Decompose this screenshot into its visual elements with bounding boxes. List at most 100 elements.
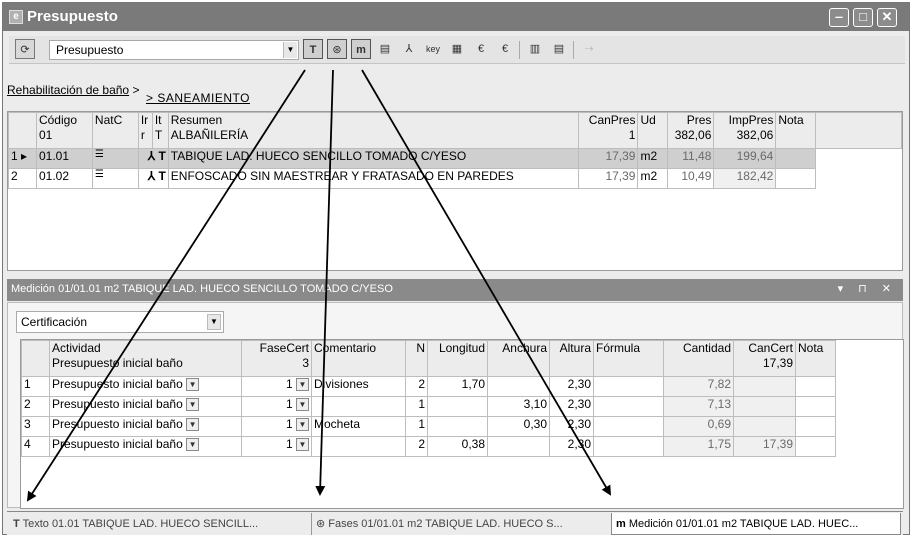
measurement-icon[interactable]: m [351, 39, 371, 59]
text-icon[interactable]: T [303, 39, 323, 59]
breadcrumb-link-root[interactable]: Rehabilitación de baño [7, 83, 129, 97]
cell-imppres[interactable]: 182,42 [713, 168, 777, 189]
cell-n[interactable]: 2 [405, 436, 428, 457]
chevron-down-icon[interactable]: ▼ [186, 438, 200, 452]
cell-resumen[interactable]: TABIQUE LAD. HUECO SENCILLO TOMADO C/YES… [167, 148, 579, 169]
tree-icon[interactable]: ⅄ [399, 39, 419, 59]
cell-altura[interactable]: 2,30 [549, 396, 594, 417]
cell-anchura[interactable]: 0,30 [487, 416, 550, 437]
cell-n[interactable]: 1 [405, 416, 428, 437]
table-row[interactable]: 1 Presupuesto inicial baño ▼ 1 ▼ Divisio… [21, 376, 836, 397]
col-cancert[interactable]: CanCert 17,39 [733, 340, 796, 377]
grid-icon[interactable]: ▦ [447, 39, 467, 59]
col-codigo[interactable]: Código 01 [35, 112, 93, 149]
chevron-down-icon[interactable]: ▼ [207, 314, 221, 330]
table-row[interactable]: 2 01.02 ☰ ⅄ T ENFOSCADO SIN MAESTREAR Y … [8, 168, 902, 189]
tab-fases[interactable]: ⊛ Fases 01/01.01 m2 TABIQUE LAD. HUECO S… [311, 513, 607, 535]
cell-n[interactable]: 1 [405, 396, 428, 417]
cell-anchura[interactable] [487, 376, 550, 397]
col-natc[interactable]: NatC [91, 112, 139, 149]
cell-imppres[interactable]: 199,64 [713, 148, 777, 169]
col-cantidad[interactable]: Cantidad [663, 340, 734, 377]
cell-n[interactable]: 2 [405, 376, 428, 397]
cell-nota[interactable] [795, 396, 836, 417]
cell-formula[interactable] [593, 436, 664, 457]
cell-comentario[interactable] [311, 396, 406, 417]
phases-icon[interactable]: ⊛ [327, 39, 347, 59]
cell-formula[interactable] [593, 416, 664, 437]
euro-bar-icon[interactable]: € [495, 39, 515, 59]
cell-nota[interactable] [775, 168, 817, 189]
document-icon[interactable]: ▤ [375, 39, 395, 59]
chevron-down-icon[interactable]: ▼ [186, 378, 200, 392]
cell-cantidad[interactable]: 7,13 [663, 396, 734, 417]
col-actividad[interactable]: Actividad Presupuesto inicial baño [49, 340, 242, 377]
chevron-down-icon[interactable]: ▼ [186, 398, 200, 412]
table-row[interactable]: 3 Presupuesto inicial baño ▼ 1 ▼ Mocheta… [21, 416, 836, 437]
cell-formula[interactable] [593, 376, 664, 397]
cell-codigo[interactable]: 01.02 [35, 168, 93, 189]
cell-fasecert[interactable]: 1 ▼ [241, 396, 312, 417]
cell-cantidad[interactable]: 0,69 [663, 416, 734, 437]
cell-fasecert[interactable]: 1 ▼ [241, 436, 312, 457]
cell-comentario[interactable]: Divisiones [311, 376, 406, 397]
cell-nota[interactable] [795, 436, 836, 457]
cell-resumen[interactable]: ENFOSCADO SIN MAESTREAR Y FRATASADO EN P… [167, 168, 579, 189]
cell-nota[interactable] [775, 148, 817, 169]
tab-texto[interactable]: T Texto 01.01 TABIQUE LAD. HUECO SENCILL… [9, 513, 307, 535]
chevron-down-icon[interactable]: ▼ [186, 418, 200, 432]
title-bar[interactable]: e Presupuesto ‒ □ ✕ [3, 3, 909, 31]
col-longitud[interactable]: Longitud [427, 340, 488, 377]
cell-fasecert[interactable]: 1 ▼ [241, 376, 312, 397]
col-pres[interactable]: Pres 382,06 [667, 112, 715, 149]
minimize-button[interactable]: ‒ [829, 8, 849, 27]
cell-anchura[interactable] [487, 436, 550, 457]
col-altura[interactable]: Altura [549, 340, 594, 377]
cell-cantidad[interactable]: 7,82 [663, 376, 734, 397]
cell-pres[interactable]: 10,49 [667, 168, 715, 189]
col-ud[interactable]: Ud [637, 112, 669, 149]
table-row[interactable]: 2 Presupuesto inicial baño ▼ 1 ▼ 1 3,10 … [21, 396, 836, 417]
cell-comentario[interactable]: Mocheta [311, 416, 406, 437]
chevron-down-icon[interactable]: ▼ [296, 398, 309, 412]
measurement-pane-header[interactable]: Medición 01/01.01 m2 TABIQUE LAD. HUECO … [7, 279, 903, 301]
cell-fasecert[interactable]: 1 ▼ [241, 416, 312, 437]
phase-combo[interactable]: Certificación ▼ [16, 311, 224, 333]
cell-longitud[interactable]: 0,38 [427, 436, 488, 457]
chevron-down-icon[interactable]: ▼ [296, 438, 309, 452]
col-fasecert[interactable]: FaseCert 3 [241, 340, 312, 377]
col-ir[interactable]: Ir r [137, 112, 153, 149]
cell-altura[interactable]: 2,30 [549, 416, 594, 437]
col-nota[interactable]: Nota [795, 340, 836, 377]
chevron-down-icon[interactable]: ▼ [283, 42, 297, 58]
chevron-down-icon[interactable]: ▼ [296, 418, 309, 432]
euro-icon[interactable]: € [471, 39, 491, 59]
table-row[interactable]: 4 Presupuesto inicial baño ▼ 1 ▼ 2 0,38 … [21, 436, 836, 457]
col-comentario[interactable]: Comentario [311, 340, 406, 377]
chevron-down-icon[interactable]: ▼ [296, 378, 309, 392]
close-button[interactable]: ✕ [877, 8, 897, 27]
cell-actividad[interactable]: Presupuesto inicial baño ▼ [49, 376, 242, 397]
refresh-icon[interactable]: ⟳ [15, 39, 35, 59]
list-icon[interactable]: ▤ [549, 39, 569, 59]
cell-actividad[interactable]: Presupuesto inicial baño ▼ [49, 436, 242, 457]
col-resumen[interactable]: Resumen ALBAÑILERÍA [167, 112, 579, 149]
cell-cantidad[interactable]: 1,75 [663, 436, 734, 457]
cell-longitud[interactable] [427, 396, 488, 417]
cell-longitud[interactable]: 1,70 [427, 376, 488, 397]
cell-nota[interactable] [795, 416, 836, 437]
cell-nota[interactable] [795, 376, 836, 397]
col-it[interactable]: It T [151, 112, 169, 149]
tab-medicion[interactable]: m Medición 01/01.01 m2 TABIQUE LAD. HUEC… [611, 513, 901, 535]
cell-cancert[interactable]: 17,39 [733, 436, 796, 457]
cell-canpres[interactable]: 17,39 [577, 168, 639, 189]
cell-formula[interactable] [593, 396, 664, 417]
col-canpres[interactable]: CanPres 1 [577, 112, 639, 149]
cell-pres[interactable]: 11,48 [667, 148, 715, 169]
cell-comentario[interactable] [311, 436, 406, 457]
breadcrumb-link-current[interactable]: > SANEAMIENTO [146, 91, 250, 105]
col-formula[interactable]: Fórmula [593, 340, 664, 377]
cell-actividad[interactable]: Presupuesto inicial baño ▼ [49, 416, 242, 437]
cell-anchura[interactable]: 3,10 [487, 396, 550, 417]
table-row[interactable]: 1 ▸ 01.01 ☰ ⅄ T TABIQUE LAD. HUECO SENCI… [8, 148, 902, 169]
